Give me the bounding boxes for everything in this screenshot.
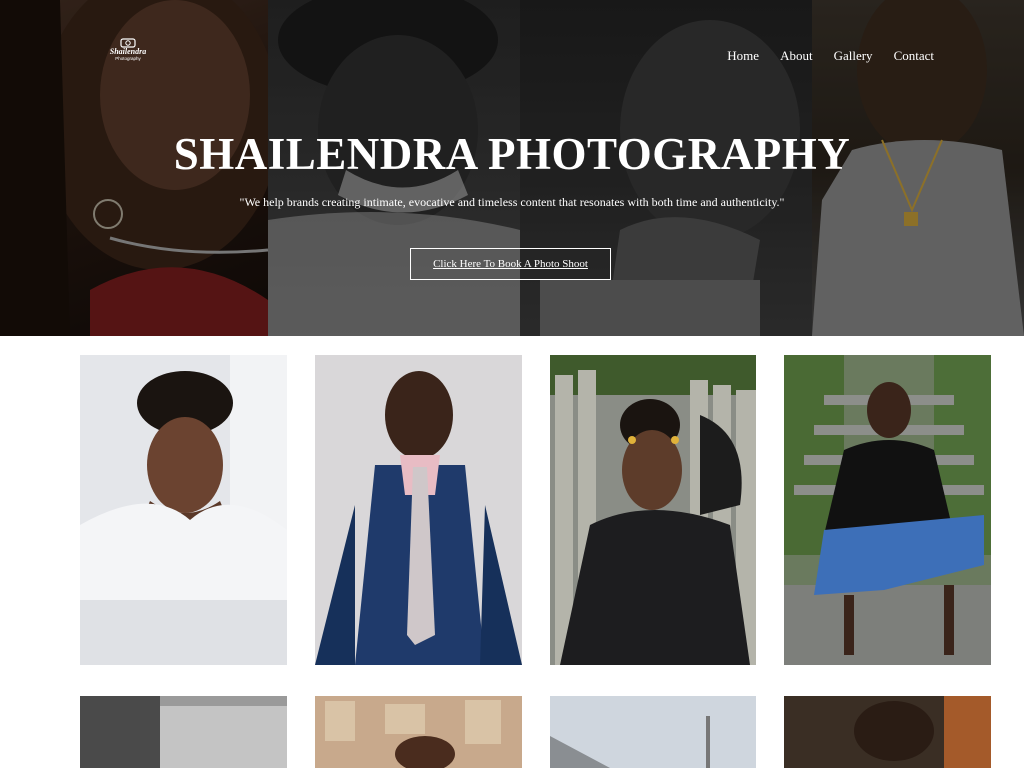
gallery-photo-1[interactable] [80, 355, 287, 665]
gallery-photo-5[interactable] [80, 696, 287, 768]
hero-tagline: "We help brands creating intimate, evoca… [239, 195, 785, 209]
main-nav: Home About Gallery Contact [706, 48, 934, 64]
nav-home[interactable]: Home [727, 48, 759, 64]
svg-text:Shailendra: Shailendra [110, 47, 146, 56]
nav-about[interactable]: About [780, 48, 813, 64]
nav-contact[interactable]: Contact [894, 48, 934, 64]
camera-icon: Shailendra Photography [110, 38, 146, 61]
gallery-photo-8[interactable] [784, 696, 991, 768]
nav-gallery[interactable]: Gallery [834, 48, 873, 64]
hero-banner: Shailendra Photography Home About Galler… [0, 0, 1024, 336]
hero-title: SHAILENDRA PHOTOGRAPHY [173, 129, 851, 179]
gallery-photo-6[interactable] [315, 696, 522, 768]
svg-text:Photography: Photography [115, 56, 141, 61]
gallery-photo-4[interactable] [784, 355, 991, 665]
gallery-photo-3[interactable] [550, 355, 756, 665]
book-photo-shoot-button[interactable]: Click Here To Book A Photo Shoot [410, 248, 611, 280]
site-logo[interactable]: Shailendra Photography [104, 38, 152, 62]
gallery-photo-7[interactable] [550, 696, 756, 768]
gallery-photo-2[interactable] [315, 355, 522, 665]
